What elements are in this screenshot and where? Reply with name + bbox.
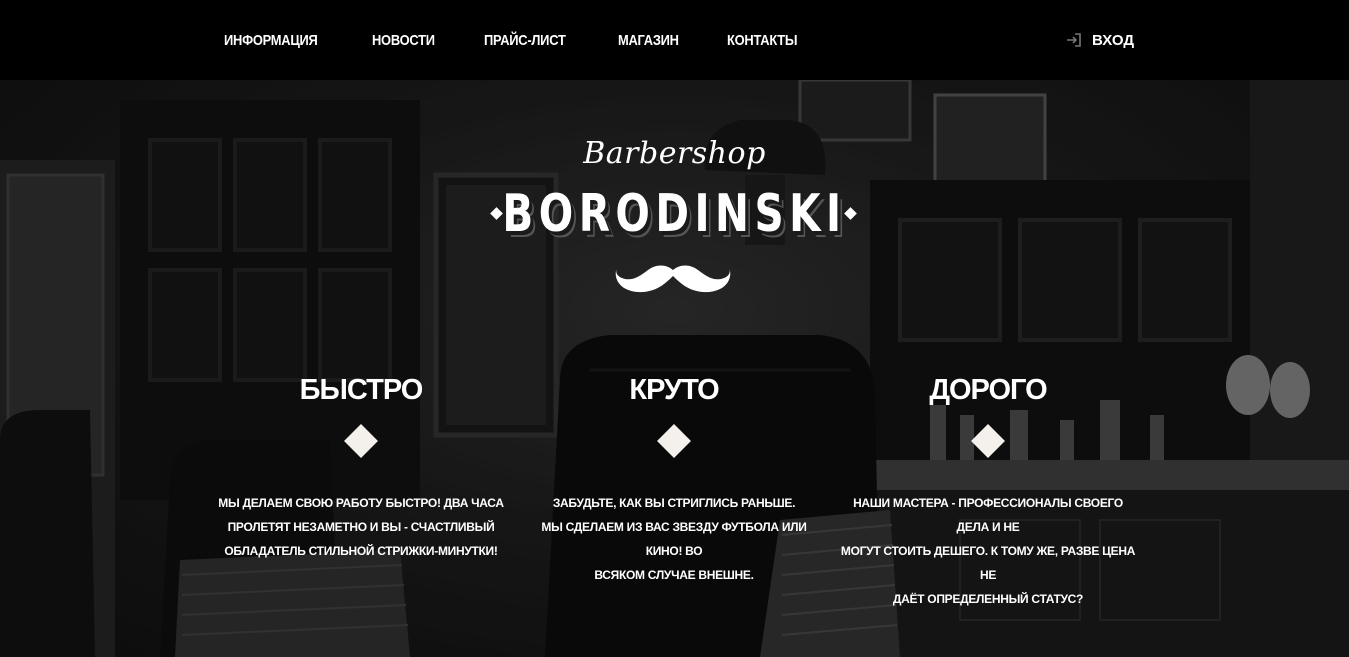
feature-fast: БЫСТРО МЫ ДЕЛАЕМ СВОЮ РАБОТУ БЫСТРО! ДВА… bbox=[211, 374, 511, 563]
feature-cool: КРУТО ЗАБУДЬТЕ, КАК ВЫ СТРИГЛИСЬ РАНЬШЕ.… bbox=[524, 374, 824, 587]
diamond-icon bbox=[344, 424, 378, 458]
main-nav: ИНФОРМАЦИЯ НОВОСТИ ПРАЙС-ЛИСТ МАГАЗИН КО… bbox=[224, 0, 848, 80]
login-link[interactable]: ВХОД bbox=[1066, 0, 1134, 80]
top-navigation-bar: ИНФОРМАЦИЯ НОВОСТИ ПРАЙС-ЛИСТ МАГАЗИН КО… bbox=[0, 0, 1349, 80]
feature-title: КРУТО bbox=[629, 374, 719, 406]
login-icon bbox=[1066, 33, 1082, 47]
nav-item-price-list[interactable]: ПРАЙС-ЛИСТ bbox=[484, 32, 566, 49]
nav-item-info[interactable]: ИНФОРМАЦИЯ bbox=[224, 32, 318, 49]
feature-title: БЫСТРО bbox=[299, 374, 424, 406]
nav-item-news[interactable]: НОВОСТИ bbox=[372, 32, 435, 49]
mustache-icon bbox=[614, 262, 732, 303]
nav-item-contacts[interactable]: КОНТАКТЫ bbox=[727, 32, 798, 49]
logo-script-text: Barbershop bbox=[583, 136, 766, 171]
diamond-icon bbox=[657, 424, 691, 458]
diamond-icon bbox=[971, 424, 1005, 458]
feature-description: МЫ ДЕЛАЕМ СВОЮ РАБОТУ БЫСТРО! ДВА ЧАСА П… bbox=[218, 496, 504, 558]
nav-item-shop[interactable]: МАГАЗИН bbox=[618, 32, 679, 49]
feature-description: НАШИ МАСТЕРА - ПРОФЕССИОНАЛЫ СВОЕГО ДЕЛА… bbox=[840, 496, 1136, 606]
feature-expensive: ДОРОГО НАШИ МАСТЕРА - ПРОФЕССИОНАЛЫ СВОЕ… bbox=[838, 374, 1138, 611]
login-label: ВХОД bbox=[1092, 31, 1135, 49]
feature-description: ЗАБУДЬТЕ, КАК ВЫ СТРИГЛИСЬ РАНЬШЕ. МЫ СД… bbox=[541, 496, 807, 582]
logo-title: BORODINSKI bbox=[502, 184, 847, 244]
feature-title: ДОРОГО bbox=[929, 374, 1047, 406]
